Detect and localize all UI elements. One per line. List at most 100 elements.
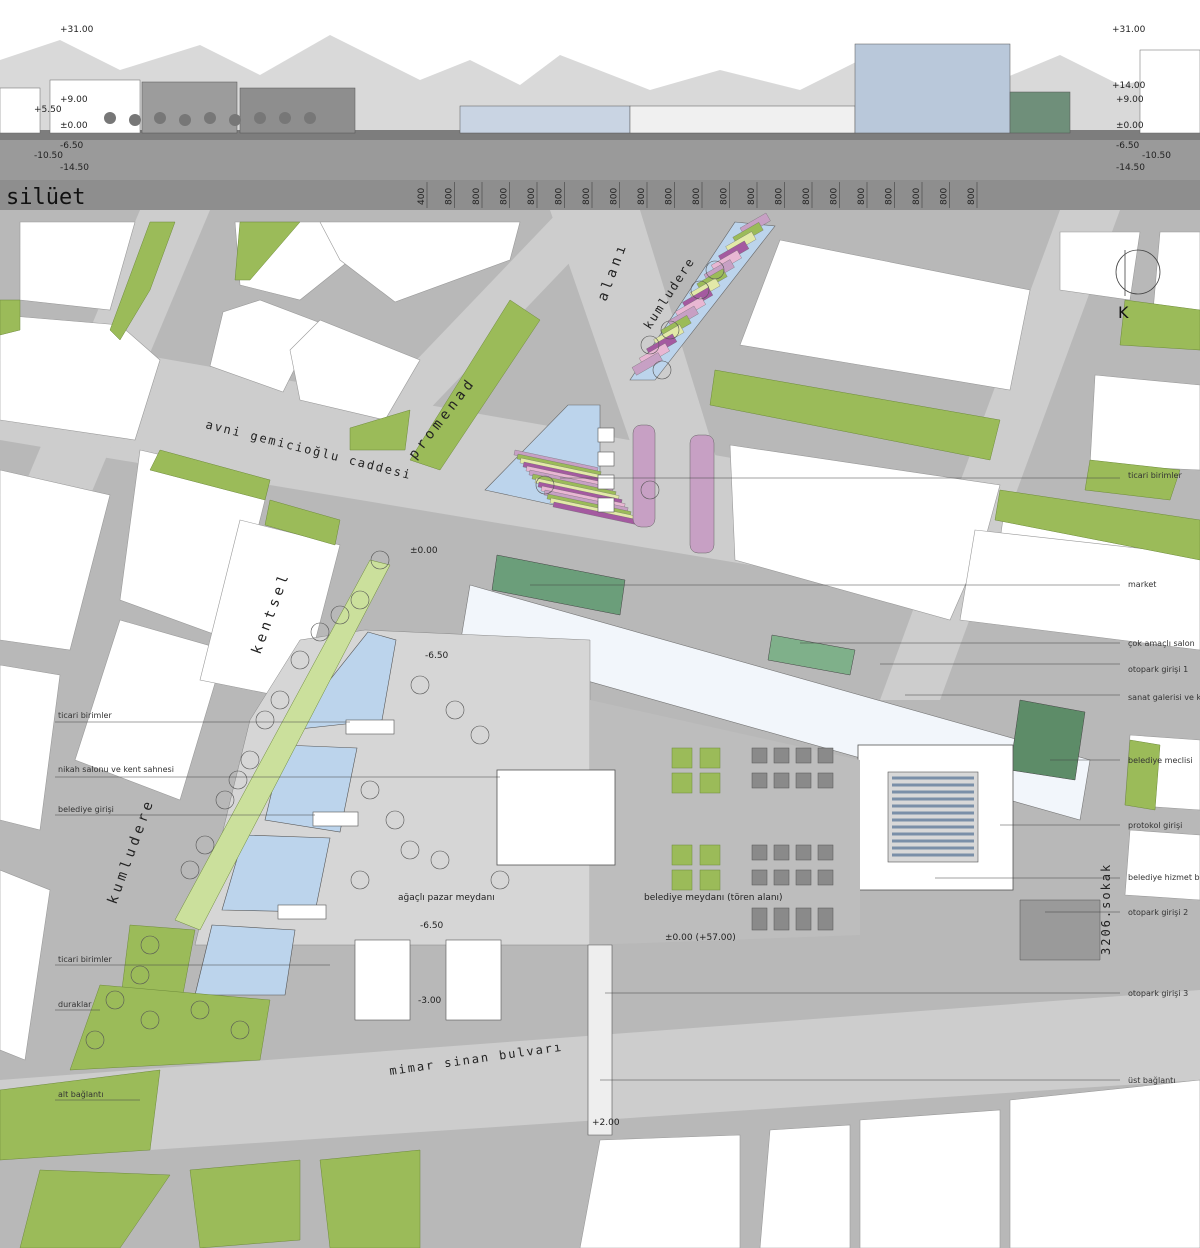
spacing-label: 800 bbox=[747, 188, 757, 205]
label-right-ust: üst bağlantı bbox=[1128, 1076, 1176, 1085]
label-right-protokol: protokol girişi bbox=[1128, 821, 1182, 830]
paving-square bbox=[773, 747, 790, 764]
spacing-label: 800 bbox=[940, 188, 950, 205]
level-right-2: +14.00 bbox=[1112, 81, 1146, 91]
paving-square bbox=[773, 772, 790, 789]
label-left-alt: alt bağlantı bbox=[58, 1090, 103, 1099]
level-square-low: -6.50 bbox=[420, 921, 444, 931]
spacing-label: 800 bbox=[857, 188, 867, 205]
paving-square bbox=[751, 844, 768, 861]
tree-square bbox=[699, 747, 721, 769]
square-ceremony-label: belediye meydanı (tören alanı) bbox=[644, 893, 783, 903]
level-right-7: -14.50 bbox=[1116, 163, 1145, 173]
spacing-label: 800 bbox=[500, 188, 510, 205]
paving-square bbox=[773, 869, 790, 886]
parking-ramp bbox=[1019, 899, 1101, 961]
paving-square bbox=[773, 844, 790, 861]
paving-square bbox=[795, 772, 812, 789]
tree-square bbox=[699, 844, 721, 866]
level-right-6: -10.50 bbox=[1142, 151, 1171, 161]
street-sokak: 3206.sokak bbox=[1099, 863, 1113, 955]
level-right-1: +31.00 bbox=[1112, 25, 1146, 35]
tree-square bbox=[671, 772, 693, 794]
silhouette-section: +31.00 +9.00 +5.50 ±0.00 -6.50 -10.50 -1… bbox=[0, 0, 1200, 210]
label-left-belediye: belediye girişi bbox=[58, 805, 114, 814]
pedestrian-bridge bbox=[587, 944, 613, 1136]
spacing-label: 800 bbox=[445, 188, 455, 205]
spacing-label: 800 bbox=[472, 188, 482, 205]
spacing-label: 800 bbox=[802, 188, 812, 205]
level-pool: -6.50 bbox=[425, 651, 449, 661]
label-right-hizmet: belediye hizmet binası bbox=[1128, 873, 1200, 882]
paving-square bbox=[795, 844, 812, 861]
level-left-5: -6.50 bbox=[60, 141, 84, 151]
level-bridge: +2.00 bbox=[592, 1118, 620, 1128]
paving-square bbox=[817, 844, 834, 861]
level-left-4: ±0.00 bbox=[60, 121, 88, 131]
spacing-label: 800 bbox=[912, 188, 922, 205]
tree-square bbox=[671, 844, 693, 866]
spacing-label: 800 bbox=[527, 188, 537, 205]
spacing-label: 400 bbox=[417, 188, 427, 205]
paving-square bbox=[751, 747, 768, 764]
level-right-5: -6.50 bbox=[1116, 141, 1140, 151]
paving-square bbox=[751, 772, 768, 789]
paving-square bbox=[817, 869, 834, 886]
silhouette-title: silüet bbox=[6, 185, 85, 210]
square-market-label: ağaçlı pazar meydanı bbox=[398, 893, 495, 903]
tree-square bbox=[671, 747, 693, 769]
label-left-ticari: ticari birimler bbox=[58, 711, 112, 720]
label-right-market: market bbox=[1128, 580, 1156, 589]
spacing-label: 800 bbox=[692, 188, 702, 205]
label-left-duraklar: duraklar bbox=[58, 1000, 92, 1009]
tree-square bbox=[671, 869, 693, 891]
label-right-meclis: belediye meclisi bbox=[1128, 756, 1193, 765]
level-right-3: +9.00 bbox=[1116, 95, 1144, 105]
wedding-hall-block bbox=[496, 769, 616, 866]
silhouette-building-low bbox=[459, 105, 631, 134]
label-right-galeri: sanat galerisi ve kitaplık bbox=[1128, 693, 1200, 702]
label-right-ticari: ticari birimler bbox=[1128, 471, 1182, 480]
paving-square bbox=[817, 907, 834, 931]
paving-square bbox=[773, 907, 790, 931]
silhouette-band bbox=[0, 180, 1200, 210]
ground-section bbox=[0, 140, 1200, 180]
spacing-label: 800 bbox=[720, 188, 730, 205]
label-right-otopark-1: otopark girişi 1 bbox=[1128, 665, 1188, 674]
paving-square bbox=[751, 869, 768, 886]
paving-square bbox=[751, 907, 768, 931]
spacing-label: 800 bbox=[775, 188, 785, 205]
level-street: ±0.00 bbox=[410, 546, 438, 556]
label-right-salon: çok amaçlı salon bbox=[1128, 639, 1195, 648]
north-label: K bbox=[1118, 303, 1129, 322]
level-right-4: ±0.00 bbox=[1116, 121, 1144, 131]
tree-square bbox=[699, 869, 721, 891]
spacing-label: 800 bbox=[665, 188, 675, 205]
level-left-2: +9.00 bbox=[60, 95, 88, 105]
silhouette-tower bbox=[854, 43, 1011, 134]
spacing-label: 800 bbox=[967, 188, 977, 205]
spacing-label: 800 bbox=[637, 188, 647, 205]
level-left-3: +5.50 bbox=[34, 105, 62, 115]
paving-square bbox=[817, 772, 834, 789]
spacing-label: 800 bbox=[885, 188, 895, 205]
site-plan: K avni gemicioğlu caddesi promenad alanı… bbox=[0, 210, 1200, 1248]
silhouette-trees bbox=[104, 112, 316, 126]
paving-square bbox=[795, 747, 812, 764]
level-left-6: -10.50 bbox=[34, 151, 63, 161]
level-lower: -3.00 bbox=[418, 996, 442, 1006]
spacing-label: 800 bbox=[830, 188, 840, 205]
paving-square bbox=[795, 907, 812, 931]
council-building bbox=[1009, 699, 1086, 781]
label-left-ticari-2: ticari birimler bbox=[58, 955, 112, 964]
paving-square bbox=[817, 747, 834, 764]
label-right-otopark-2: otopark girişi 2 bbox=[1128, 908, 1188, 917]
tree-square bbox=[699, 772, 721, 794]
paving-square bbox=[795, 869, 812, 886]
spacing-label: 800 bbox=[555, 188, 565, 205]
site-plan-drawing: +31.00 +9.00 +5.50 ±0.00 -6.50 -10.50 -1… bbox=[0, 0, 1200, 1248]
spacing-label: 800 bbox=[582, 188, 592, 205]
spacing-label: 800 bbox=[610, 188, 620, 205]
level-left-7: -14.50 bbox=[60, 163, 89, 173]
label-right-otopark-3: otopark girişi 3 bbox=[1128, 989, 1188, 998]
